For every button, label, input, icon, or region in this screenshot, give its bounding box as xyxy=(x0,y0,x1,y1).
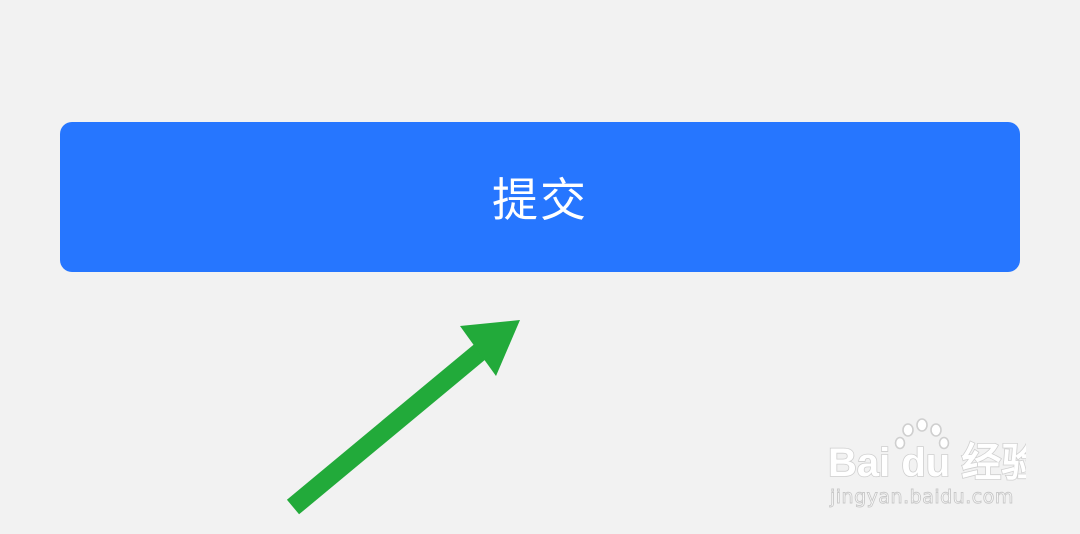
arrow-shaft xyxy=(286,342,489,515)
watermark-url: jingyan.baidu.com xyxy=(830,486,1014,509)
submit-button[interactable]: 提交 xyxy=(60,122,1020,272)
baidu-logo: Bai du 经验 xyxy=(827,418,1026,486)
arrow-head xyxy=(460,320,520,376)
baidu-jingyan-watermark: Bai du 经验 jingyan.baidu.com xyxy=(826,416,1026,516)
logo-text: Bai du 经验 xyxy=(828,441,1026,485)
